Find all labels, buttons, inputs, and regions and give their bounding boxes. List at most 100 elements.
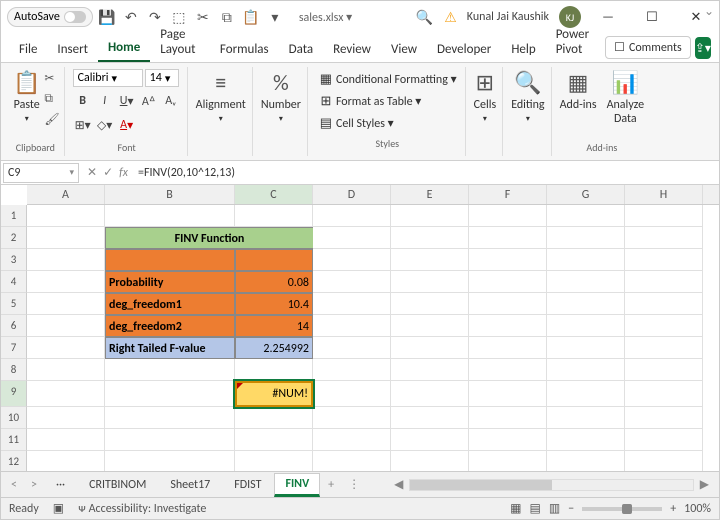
borders-button[interactable]: ⊞▾: [73, 115, 93, 135]
sheet-tab-sheet17[interactable]: Sheet17: [159, 474, 221, 496]
tab-review[interactable]: Review: [323, 36, 381, 62]
cell-C4[interactable]: 0.08: [235, 271, 313, 293]
sheet-tab-fdist[interactable]: FDIST: [223, 474, 272, 496]
cell-B4[interactable]: Probability: [105, 271, 235, 293]
filename-label[interactable]: sales.xlsx ▾: [299, 10, 352, 25]
underline-button[interactable]: U▾: [117, 91, 137, 111]
row-1[interactable]: 1: [1, 205, 27, 227]
maximize-button[interactable]: ☐: [635, 3, 669, 31]
macro-icon[interactable]: ▣: [53, 501, 64, 516]
col-F[interactable]: F: [469, 185, 547, 204]
tab-powerpivot[interactable]: Power Pivot: [546, 21, 605, 62]
row-9[interactable]: 9: [1, 381, 27, 407]
col-G[interactable]: G: [547, 185, 625, 204]
row-12[interactable]: 12: [1, 451, 27, 471]
sheet-tab-finv[interactable]: FINV: [274, 473, 320, 497]
h-scrollbar[interactable]: [409, 479, 693, 491]
formula-input[interactable]: =FINV(20,10^12,13): [134, 164, 719, 182]
row-6[interactable]: 6: [1, 315, 27, 337]
addins-button[interactable]: ▦Add-ins: [558, 67, 599, 128]
qat-dropdown-icon[interactable]: ▾: [265, 7, 285, 27]
format-as-table-button[interactable]: ⊞Format as Table ▾: [318, 93, 421, 109]
font-name-select[interactable]: Calibri ▾: [73, 69, 143, 87]
zoom-in-button[interactable]: +: [670, 502, 676, 516]
row-4[interactable]: 4: [1, 271, 27, 293]
zoom-slider[interactable]: [582, 507, 662, 511]
cell-styles-button[interactable]: ▤Cell Styles ▾: [318, 115, 394, 131]
col-D[interactable]: D: [313, 185, 391, 204]
paste-button[interactable]: 📋 Paste▾: [11, 67, 42, 127]
tab-formulas[interactable]: Formulas: [210, 36, 279, 62]
cell-title[interactable]: FINV Function: [105, 227, 313, 249]
column-headers[interactable]: A B C D E F G H: [27, 185, 719, 205]
conditional-formatting-button[interactable]: ▦Conditional Formatting ▾: [318, 71, 457, 87]
tab-file[interactable]: File: [9, 36, 47, 62]
alignment-button[interactable]: ≡Alignment▾: [194, 67, 248, 126]
zoom-out-button[interactable]: −: [568, 502, 574, 516]
tab-home[interactable]: Home: [98, 34, 150, 62]
cell-B6[interactable]: deg_freedom2: [105, 315, 235, 337]
scroll-left-icon[interactable]: ◀: [388, 477, 409, 492]
font-size-select[interactable]: 14 ▾: [145, 69, 179, 87]
italic-button[interactable]: I: [95, 91, 115, 111]
save-icon[interactable]: 💾: [97, 7, 117, 27]
cell-C7[interactable]: 2.254992: [235, 337, 313, 359]
col-H[interactable]: H: [625, 185, 703, 204]
cell-C6[interactable]: 14: [235, 315, 313, 337]
view-pagebreak-icon[interactable]: ▥: [549, 501, 560, 516]
tab-developer[interactable]: Developer: [427, 36, 501, 62]
copy-icon[interactable]: ⧉: [217, 7, 237, 27]
tab-view[interactable]: View: [381, 36, 427, 62]
bold-button[interactable]: B: [73, 91, 93, 111]
row-7[interactable]: 7: [1, 337, 27, 359]
col-E[interactable]: E: [391, 185, 469, 204]
sheet-tab-critbinom[interactable]: CRITBINOM: [78, 474, 157, 496]
font-color-button[interactable]: A▾: [117, 115, 137, 135]
cancel-formula-icon[interactable]: ✕: [87, 165, 97, 180]
scroll-right-icon[interactable]: ▶: [694, 477, 715, 492]
sheet-ellipsis[interactable]: ···: [45, 474, 76, 496]
fill-color-button[interactable]: ◇▾: [95, 115, 115, 135]
number-button[interactable]: %Number▾: [259, 67, 303, 126]
share-button[interactable]: ⇪▾: [695, 37, 711, 59]
row-11[interactable]: 11: [1, 429, 27, 451]
accessibility-status[interactable]: ᴪ Accessibility: Investigate: [78, 502, 206, 516]
view-pagelayout-icon[interactable]: ▤: [530, 501, 541, 516]
autosave-toggle[interactable]: AutoSave: [7, 7, 93, 27]
comments-button[interactable]: ☐ Comments: [605, 36, 691, 59]
tab-insert[interactable]: Insert: [47, 36, 98, 62]
cut-icon[interactable]: ✂: [44, 71, 59, 86]
view-normal-icon[interactable]: ▦: [510, 501, 521, 516]
cell-B7[interactable]: Right Tailed F-value: [105, 337, 235, 359]
col-B[interactable]: B: [105, 185, 235, 204]
sheet-more-icon[interactable]: ⋮: [342, 477, 366, 492]
row-2[interactable]: 2: [1, 227, 27, 249]
col-A[interactable]: A: [27, 185, 105, 204]
tab-data[interactable]: Data: [279, 36, 324, 62]
copy-icon[interactable]: ⧉: [44, 92, 59, 106]
enter-formula-icon[interactable]: ✓: [103, 165, 113, 180]
cell-C9[interactable]: ⚠#NUM!: [235, 381, 313, 407]
row-5[interactable]: 5: [1, 293, 27, 315]
grow-font-button[interactable]: Aᐞ: [139, 91, 159, 111]
row-8[interactable]: 8: [1, 359, 27, 381]
row-3[interactable]: 3: [1, 249, 27, 271]
warning-icon[interactable]: ⚠: [444, 9, 457, 26]
cell-C5[interactable]: 10.4: [235, 293, 313, 315]
expand-formula-icon[interactable]: ⌄: [704, 4, 714, 19]
name-box[interactable]: C9▾: [3, 163, 79, 183]
cells-button[interactable]: ⊞Cells▾: [472, 67, 499, 126]
editing-button[interactable]: 🔍Editing▾: [509, 67, 546, 126]
shrink-font-button[interactable]: Aᵥ: [161, 91, 181, 111]
add-sheet-button[interactable]: +: [322, 478, 340, 492]
row-10[interactable]: 10: [1, 407, 27, 429]
analyze-data-button[interactable]: 📊Analyze Data: [605, 67, 647, 128]
undo-icon[interactable]: ↶: [121, 7, 141, 27]
search-icon[interactable]: 🔍: [414, 7, 434, 27]
col-C[interactable]: C: [235, 185, 313, 204]
sheet-nav-next[interactable]: >: [25, 478, 43, 492]
zoom-level[interactable]: 100%: [684, 502, 711, 516]
paste-icon[interactable]: 📋: [241, 7, 261, 27]
cell-B5[interactable]: deg_freedom1: [105, 293, 235, 315]
fx-icon[interactable]: fx: [119, 166, 128, 180]
